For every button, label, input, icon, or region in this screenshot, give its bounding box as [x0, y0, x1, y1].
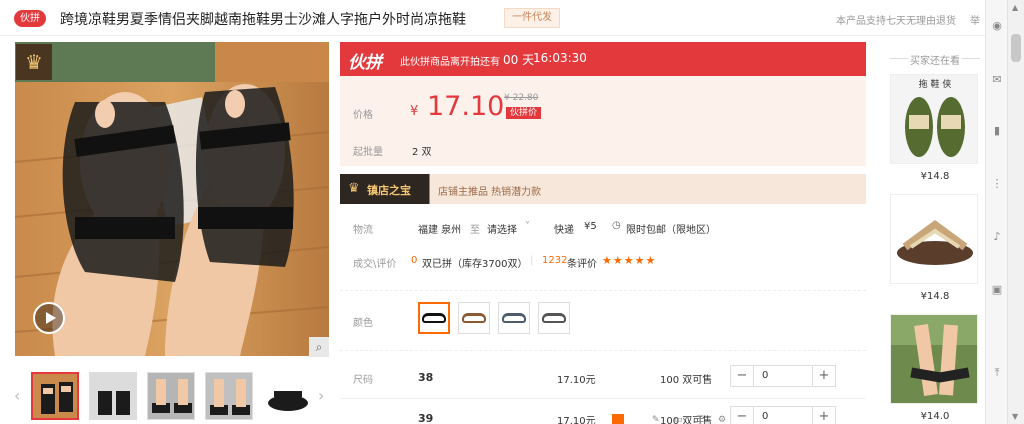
- menu-icon[interactable]: ☰: [696, 415, 704, 424]
- thumbnail-3[interactable]: [147, 372, 195, 420]
- product-title: 跨境凉鞋男夏季情侣夹脚越南拖鞋男士沙滩人字拖户外时尚凉拖鞋: [60, 12, 466, 28]
- original-price: ¥ 22.80: [504, 93, 539, 103]
- price-currency: ¥: [410, 104, 419, 119]
- size-row: 尺码 38 17.10元 100 双可售 − 0 +: [340, 359, 866, 399]
- thumb-prev-icon[interactable]: ‹: [14, 386, 20, 405]
- logistics-origin: 福建 泉州: [418, 225, 462, 236]
- crown-icon: ♛: [348, 181, 360, 196]
- color-option-gray[interactable]: [538, 302, 570, 334]
- sold-count: 0: [411, 255, 418, 266]
- divider: [340, 290, 866, 291]
- price-label: 价格: [353, 110, 373, 121]
- countdown-text: 此伙拼商品离开拍还有: [400, 57, 500, 68]
- review-text[interactable]: 条评价: [567, 255, 597, 270]
- store-treasure-banner[interactable]: ♛ 镇店之宝 店铺主推品 热销潜力款: [340, 174, 866, 204]
- logo-icon: [612, 414, 624, 424]
- countdown-days: 00 天: [503, 53, 535, 67]
- scroll-down-icon[interactable]: ▼: [1012, 412, 1018, 421]
- moq-label: 起批量: [353, 147, 383, 158]
- thumb-next-icon[interactable]: ›: [318, 386, 324, 405]
- save-icon[interactable]: ▣: [990, 283, 1004, 297]
- rail-price: ¥14.8: [920, 171, 950, 182]
- scroll-up-icon[interactable]: ▲: [1012, 3, 1018, 12]
- treasure-title: 镇店之宝: [367, 184, 411, 197]
- crown-icon: ♛: [16, 44, 52, 80]
- size-stock: 100 双可售: [660, 375, 713, 386]
- free-shipping-promo: 限时包邮（限地区）: [626, 225, 716, 236]
- rail-product-1[interactable]: 拖 鞋 侠: [890, 74, 978, 164]
- divider: |: [530, 255, 534, 266]
- quantity-stepper[interactable]: − 0 +: [730, 365, 836, 387]
- customer-service-icon[interactable]: ◉: [990, 19, 1004, 33]
- logistics-label: 物流: [353, 225, 373, 236]
- scroll-thumb[interactable]: [1011, 34, 1021, 62]
- settings-icon[interactable]: ⚙: [718, 415, 726, 424]
- back-to-top-icon[interactable]: ⤒: [990, 366, 1004, 380]
- deals-label: 成交\评价: [353, 259, 397, 270]
- floating-toolbar[interactable]: ✎ ▭ ☰ ⚙: [612, 414, 742, 424]
- quantity-input[interactable]: 0: [753, 366, 813, 386]
- group-buy-badge: 伙拼: [14, 10, 46, 27]
- rail-product-2[interactable]: [890, 194, 978, 284]
- rail-product-3[interactable]: [890, 314, 978, 404]
- thumbnail-5[interactable]: [263, 372, 311, 420]
- group-buy-logo: 伙拼: [348, 53, 382, 73]
- thumbnail-4[interactable]: [205, 372, 253, 420]
- thumbnail-1[interactable]: [31, 372, 79, 420]
- bell-icon[interactable]: ♪: [990, 230, 1004, 244]
- color-option-brown[interactable]: [458, 302, 490, 334]
- moq-value: 2 双: [412, 147, 432, 158]
- rail-title: 买家还在看: [888, 52, 982, 67]
- color-option-black[interactable]: [418, 302, 450, 334]
- clock-icon: ◷: [612, 220, 621, 231]
- increment-button[interactable]: +: [813, 366, 835, 386]
- rating-stars: ★★★★★: [602, 254, 657, 267]
- review-count[interactable]: 1232: [542, 255, 567, 266]
- price-panel: 价格 ¥ 17.10 ¥ 22.80 伙拼价 起批量 2 双: [340, 76, 866, 166]
- size-price: 17.10元: [557, 375, 596, 386]
- countdown-bar: 伙拼 此伙拼商品离开拍还有 00 天 16:03:30: [340, 42, 866, 76]
- thumbnail-2[interactable]: [89, 372, 137, 420]
- rail-price: ¥14.0: [920, 411, 950, 422]
- shipping-fee: ¥5: [584, 221, 597, 232]
- dropship-tag[interactable]: 一件代发: [504, 8, 560, 28]
- report-link[interactable]: 举: [970, 12, 980, 27]
- play-icon[interactable]: [33, 302, 65, 334]
- divider: [340, 350, 866, 351]
- group-price-tag: 伙拼价: [506, 107, 542, 119]
- treasure-tags: 店铺主推品 热销潜力款: [438, 187, 542, 198]
- rail-product-label: 拖 鞋 侠: [919, 78, 952, 90]
- size-value: 38: [418, 371, 434, 384]
- mail-icon[interactable]: ✉: [990, 73, 1004, 87]
- side-toolbar: ◉ ✉ ▮ ⋮ ♪ ▣ ⤒: [985, 0, 1007, 424]
- header: 伙拼 跨境凉鞋男夏季情侣夹脚越南拖鞋男士沙滩人字拖户外时尚凉拖鞋 一件代发 本产…: [0, 0, 985, 36]
- footprint-icon[interactable]: ⋮: [990, 177, 1004, 191]
- also-viewed-rail: 买家还在看 拖 鞋 侠 ¥14.8 ¥14.8 ¥14.0: [888, 42, 982, 424]
- quantity-stepper[interactable]: − 0 +: [730, 406, 836, 424]
- bookmark-icon[interactable]: ▮: [990, 124, 1004, 138]
- decrement-button[interactable]: −: [731, 366, 753, 386]
- price-value: 17.10: [427, 91, 505, 122]
- rail-price: ¥14.8: [920, 291, 950, 302]
- magnifier-icon[interactable]: ⌕: [309, 337, 329, 357]
- logistics-to: 至: [470, 225, 480, 236]
- size-label: 尺码: [353, 375, 373, 386]
- chevron-down-icon[interactable]: ˅: [525, 221, 530, 232]
- sold-text: 双已拼（库存3700双）: [422, 259, 528, 270]
- color-option-blue-gray[interactable]: [498, 302, 530, 334]
- countdown-time: 16:03:30: [533, 51, 587, 65]
- destination-select[interactable]: 请选择: [487, 221, 517, 236]
- color-label: 颜色: [353, 318, 373, 329]
- increment-button[interactable]: +: [813, 407, 835, 424]
- return-policy-note: 本产品支持七天无理由退货: [836, 16, 956, 27]
- share-icon[interactable]: ✎: [652, 415, 660, 424]
- size-price: 17.10元: [557, 416, 596, 424]
- cart-icon[interactable]: ▭: [674, 415, 683, 424]
- size-value: 39: [418, 412, 434, 424]
- size-row: 39 17.10元 100 双可售 − 0 +: [340, 400, 866, 424]
- scrollbar[interactable]: ▲ ▼: [1007, 0, 1024, 424]
- carrier: 快递: [554, 225, 574, 236]
- quantity-input[interactable]: 0: [753, 407, 813, 424]
